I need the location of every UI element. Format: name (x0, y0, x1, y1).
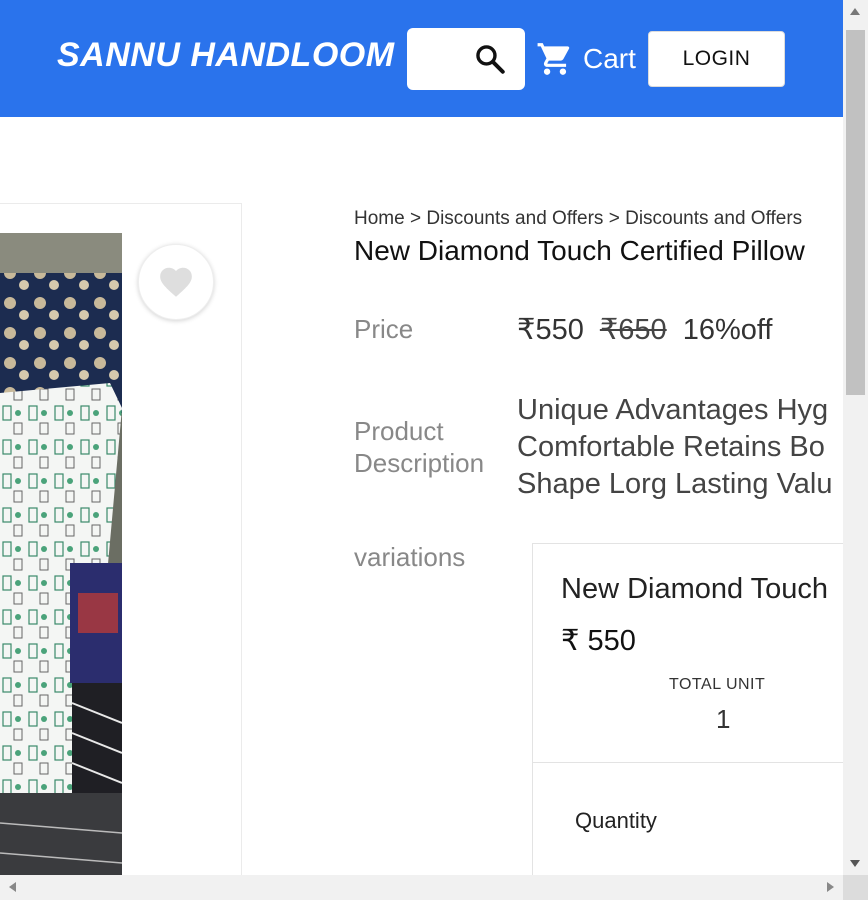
variation-card[interactable]: New Diamond Touch ₹ 550 TOTAL UNIT 1 Qua… (532, 543, 843, 875)
scroll-left-arrow-icon[interactable] (9, 882, 16, 892)
scroll-up-arrow-icon[interactable] (850, 8, 860, 15)
site-header: SANNU HANDLOOM Cart LOGIN (0, 0, 843, 117)
horizontal-scrollbar[interactable] (0, 875, 843, 900)
cart-icon (537, 43, 570, 75)
variation-name: New Diamond Touch (561, 573, 829, 605)
breadcrumb-home[interactable]: Home (354, 208, 405, 229)
description-text: Unique Advantages Hyg Comfortable Retain… (517, 392, 832, 503)
product-image-card (0, 203, 242, 893)
breadcrumb-discounts[interactable]: Discounts and Offers (426, 208, 603, 229)
quantity-label: Quantity (575, 808, 657, 833)
search-icon (476, 45, 505, 74)
cart-label: Cart (583, 43, 636, 74)
scroll-right-arrow-icon[interactable] (827, 882, 834, 892)
scroll-down-arrow-icon[interactable] (850, 860, 860, 867)
heart-icon (160, 267, 192, 297)
total-unit-label: TOTAL UNIT (669, 676, 766, 693)
scrollbar-corner (843, 875, 868, 900)
description-label-line: Product (354, 416, 444, 446)
login-button[interactable]: LOGIN (648, 31, 785, 87)
total-unit-value: 1 (716, 704, 731, 734)
brand-logo[interactable]: SANNU HANDLOOM (57, 36, 395, 75)
breadcrumb: Home > Discounts and Offers > Discounts … (354, 208, 802, 230)
product-details: Home > Discounts and Offers > Discounts … (354, 205, 843, 875)
product-photo-pillow (0, 233, 122, 878)
description-line: Comfortable Retains Bo (517, 431, 825, 463)
price-row: ₹550 ₹650 16%off (517, 312, 772, 347)
breadcrumb-discounts-sub[interactable]: Discounts and Offers (625, 208, 802, 229)
variations-label: variations (354, 542, 466, 572)
description-line: Unique Advantages Hyg (517, 394, 829, 426)
scrollbar-thumb[interactable] (846, 30, 865, 395)
breadcrumb-separator: > (409, 208, 422, 229)
cart-link[interactable]: Cart (536, 40, 636, 78)
description-label: Product Description (354, 415, 484, 479)
wishlist-button[interactable] (138, 244, 214, 320)
sale-price: ₹550 (517, 314, 584, 346)
divider (533, 762, 843, 763)
search-button[interactable] (407, 28, 525, 90)
product-image (0, 233, 122, 878)
discount-badge: 16%off (682, 314, 773, 346)
breadcrumb-separator: > (608, 208, 620, 229)
description-line: Shape Lorg Lasting Valu (517, 468, 833, 500)
vertical-scrollbar[interactable] (843, 0, 868, 875)
variation-price: ₹ 550 (561, 625, 636, 657)
original-price: ₹650 (599, 314, 667, 346)
product-title: New Diamond Touch Certified Pillow (354, 235, 805, 266)
price-label: Price (354, 314, 414, 344)
description-label-line: Description (354, 448, 485, 478)
